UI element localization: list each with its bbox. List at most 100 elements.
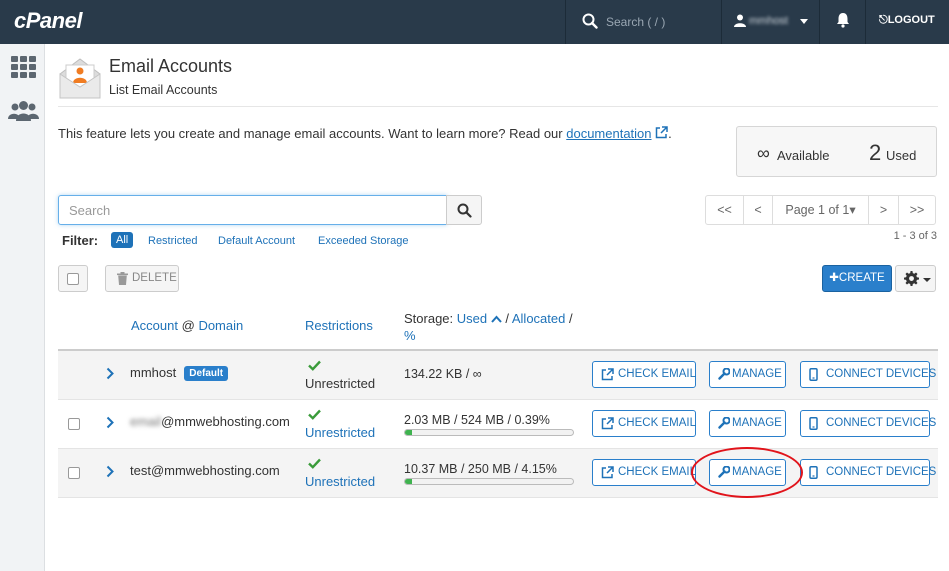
create-label: CREATE (838, 272, 885, 284)
gear-icon (904, 271, 919, 286)
filter-restricted[interactable]: Restricted (148, 235, 198, 247)
filter-label: Filter: (62, 233, 99, 248)
settings-dropdown-button[interactable] (895, 265, 936, 292)
check-icon (308, 458, 321, 469)
check-icon (308, 409, 321, 420)
manage-label: MANAGE (732, 368, 782, 380)
connect-devices-button[interactable]: CONNECT DEVICES (800, 361, 936, 388)
notifications-button[interactable] (819, 0, 865, 44)
account-name: email@mmwebhosting.com (130, 414, 290, 429)
connect-devices-button[interactable]: CONNECT DEVICES (800, 459, 936, 486)
account-user-blurred: email (130, 414, 162, 429)
col-restrictions[interactable]: Restrictions (305, 318, 373, 333)
global-search-placeholder: Search ( / ) (606, 15, 666, 29)
row-checkbox[interactable] (68, 467, 80, 479)
delete-button[interactable]: DELETE (105, 265, 179, 292)
cpanel-logo[interactable]: cPanel (14, 8, 82, 34)
external-link-icon (601, 466, 614, 479)
delete-label: DELETE (132, 272, 177, 284)
manage-button[interactable]: MANAGE (709, 410, 786, 437)
col-account-label[interactable]: Account (131, 318, 178, 333)
account-text: mmhost (130, 365, 177, 380)
storage-sep: / (565, 311, 573, 326)
plus-icon: ✚ (829, 272, 839, 284)
mobile-icon (809, 417, 818, 430)
logout-text: LOGOUT (887, 14, 935, 26)
storage-text: 134.22 KB / ∞ (404, 367, 482, 381)
restriction-status: Unrestricted (305, 376, 376, 391)
manage-label: MANAGE (732, 417, 782, 429)
page-title: Email Accounts (109, 56, 233, 76)
sort-allocated-link[interactable]: Allocated (512, 311, 565, 326)
intro-text: This feature lets you create and manage … (58, 126, 672, 141)
user-menu[interactable]: mmhost (721, 0, 819, 44)
external-link-icon (601, 368, 614, 381)
chevron-right-icon[interactable] (106, 367, 114, 380)
storage-text: 10.37 MB / 250 MB / 4.15% (404, 462, 557, 476)
check-email-button[interactable]: CHECK EMAIL (592, 410, 696, 437)
chevron-up-icon (491, 315, 502, 323)
results-count: 1 - 3 of 3 (893, 230, 937, 242)
check-email-button[interactable]: CHECK EMAIL (592, 361, 696, 388)
filter-all[interactable]: All (111, 232, 134, 248)
filter-default-account[interactable]: Default Account (218, 235, 295, 247)
storage-progress-bar (404, 429, 574, 436)
caret-down-icon: ▾ (849, 203, 856, 217)
top-bar: cPanel Search ( / ) mmhost ⎋LOGOUT (0, 0, 949, 44)
users-icon[interactable] (8, 101, 39, 121)
restriction-link[interactable]: Unrestricted (305, 425, 375, 440)
first-page-button[interactable]: << (705, 195, 744, 225)
filter-exceeded-storage[interactable]: Exceeded Storage (318, 235, 409, 247)
col-account-domain[interactable]: Account @ Domain (131, 318, 243, 333)
check-email-button[interactable]: CHECK EMAIL (592, 459, 696, 486)
connect-devices-label: CONNECT DEVICES (826, 368, 937, 380)
external-link-icon[interactable] (655, 126, 668, 139)
sort-used-link[interactable]: Used (457, 311, 487, 326)
username: mmhost (749, 15, 789, 27)
bell-icon (837, 13, 849, 28)
user-icon (734, 14, 746, 27)
col-domain-label[interactable]: Domain (198, 318, 243, 333)
mobile-icon (809, 466, 818, 479)
storage-progress-fill (405, 430, 412, 435)
global-search[interactable]: Search ( / ) (565, 0, 721, 44)
connect-devices-button[interactable]: CONNECT DEVICES (800, 410, 936, 437)
account-name: test@mmwebhosting.com (130, 463, 280, 478)
storage-sep: / (501, 311, 512, 326)
trash-icon (117, 272, 128, 285)
chevron-right-icon[interactable] (106, 416, 114, 429)
highlight-circle (691, 447, 803, 498)
row-checkbox[interactable] (68, 418, 80, 430)
logout-label: ⎋LOGOUT (879, 14, 935, 27)
storage-prefix: Storage: (404, 311, 457, 326)
page-subtitle: List Email Accounts (109, 83, 218, 97)
create-button[interactable]: ✚CREATE (822, 265, 892, 292)
chevron-right-icon[interactable] (106, 465, 114, 478)
logout-button[interactable]: ⎋LOGOUT (865, 0, 949, 44)
storage-progress-bar (404, 478, 574, 485)
select-all-checkbox[interactable] (58, 265, 88, 292)
intro-end: . (668, 126, 672, 141)
sort-percent-link[interactable]: % (404, 328, 416, 343)
page-select[interactable]: Page 1 of 1▾ (772, 195, 869, 225)
last-page-button[interactable]: >> (898, 195, 936, 225)
account-search-input[interactable] (58, 195, 447, 225)
prev-page-button[interactable]: < (743, 195, 773, 225)
grid-icon[interactable] (11, 56, 37, 78)
col-storage: Storage: Used / Allocated / % (404, 310, 584, 344)
check-icon (308, 360, 321, 371)
left-sidebar (0, 44, 45, 571)
search-icon (582, 13, 598, 29)
envelope-icon (59, 58, 101, 99)
documentation-link[interactable]: documentation (566, 126, 651, 141)
connect-devices-label: CONNECT DEVICES (826, 466, 937, 478)
intro-sentence: This feature lets you create and manage … (58, 126, 567, 141)
storage-text: 2.03 MB / 524 MB / 0.39% (404, 413, 550, 427)
check-email-label: CHECK EMAIL (618, 368, 696, 380)
restriction-link[interactable]: Unrestricted (305, 474, 375, 489)
table-row: email@mmwebhosting.com Unrestricted 2.03… (58, 400, 938, 449)
manage-button[interactable]: MANAGE (709, 361, 786, 388)
next-page-button[interactable]: > (868, 195, 899, 225)
col-at-label: @ (181, 318, 195, 333)
search-button[interactable] (446, 195, 482, 225)
